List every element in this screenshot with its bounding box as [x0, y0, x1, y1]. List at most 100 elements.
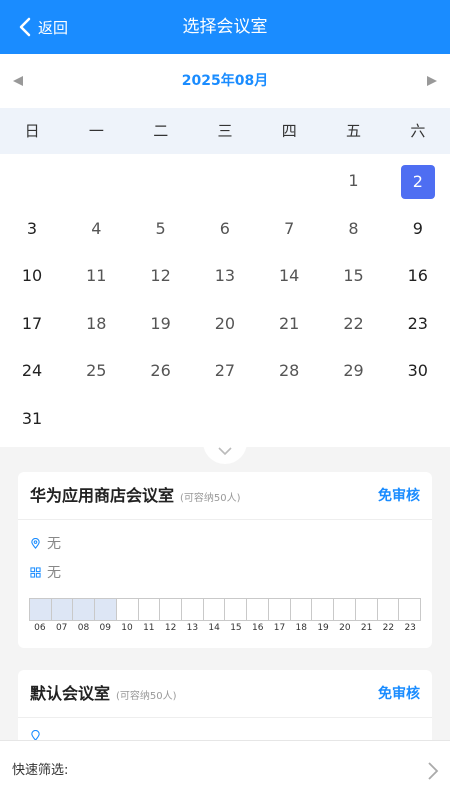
calendar-day[interactable]: 2 [386, 157, 450, 204]
room-name: 默认会议室 [30, 684, 111, 703]
time-slot[interactable] [290, 599, 313, 620]
calendar-day[interactable]: 1 [322, 157, 386, 204]
time-slot[interactable] [247, 599, 269, 620]
calendar-day[interactable]: 21 [257, 300, 321, 347]
time-slot-hour-label: 19 [317, 623, 329, 633]
time-slot[interactable] [30, 599, 52, 620]
room-name: 华为应用商店会议室 [30, 486, 175, 505]
time-slot[interactable] [399, 599, 420, 620]
calendar-day[interactable]: 11 [64, 252, 128, 299]
calendar-day-number: 8 [348, 218, 359, 238]
room-card[interactable]: 华为应用商店会议室 (可容纳50人) 免审核 无 无 06 07 08 09 10 11 12… [18, 472, 432, 648]
calendar-day[interactable]: 27 [193, 347, 257, 394]
time-slot[interactable] [138, 599, 161, 620]
weekday-tue: 二 [153, 122, 169, 140]
calendar-day-number: 19 [150, 313, 171, 333]
calendar-day[interactable]: 18 [64, 300, 128, 347]
calendar-day-number: 24 [21, 361, 43, 380]
chevron-down-icon [218, 447, 232, 456]
time-slot[interactable] [116, 599, 139, 620]
grid-apps-icon [30, 566, 41, 578]
calendar-day-number: 31 [21, 408, 43, 428]
room-location-text: 无 [47, 536, 61, 552]
calendar-day-number: 16 [407, 266, 428, 285]
calendar-day[interactable]: 14 [257, 252, 321, 299]
time-slot-hour-label: 06 [34, 623, 46, 633]
calendar-day[interactable]: 17 [0, 300, 64, 347]
calendar-day[interactable]: 4 [64, 205, 128, 252]
calendar-day[interactable]: 12 [129, 252, 193, 299]
calendar-day[interactable]: 6 [193, 205, 257, 252]
room-name-wrap: 华为应用商店会议室 (可容纳50人) [30, 472, 241, 523]
calendar-day[interactable]: 24 [0, 347, 64, 394]
time-slot[interactable] [268, 599, 291, 620]
calendar-day[interactable]: 7 [257, 205, 321, 252]
time-slot[interactable] [95, 599, 117, 620]
time-slot-hour-label: 15 [230, 623, 242, 633]
calendar-day-number: 11 [86, 266, 107, 285]
calendar-day[interactable]: 31 [0, 395, 64, 442]
time-slot-hour-label: 12 [164, 623, 177, 633]
time-slot-hour-label: 13 [186, 623, 199, 633]
calendar-day[interactable]: 29 [322, 347, 386, 394]
quick-filter-bar[interactable]: 快速筛选: [0, 740, 450, 800]
calendar-day[interactable]: 3 [0, 205, 64, 252]
time-slot[interactable] [377, 599, 400, 620]
calendar-day-number: 18 [86, 313, 107, 333]
calendar-day[interactable]: 22 [322, 300, 386, 347]
time-slot[interactable] [182, 599, 204, 620]
calendar-day[interactable]: 9 [386, 205, 450, 252]
weekday-fri: 五 [346, 122, 362, 140]
room-card[interactable]: 默认会议室 (可容纳50人) 免审核 [18, 670, 432, 750]
time-slot[interactable] [334, 599, 356, 620]
time-slot-hours: 06 07 08 09 10 11 12 13 14 15 16 17 18 19 20 21 22 23 [29, 623, 421, 633]
calendar-day[interactable]: 16 [386, 252, 450, 299]
calendar-day[interactable]: 23 [386, 300, 450, 347]
next-month-button[interactable] [414, 54, 450, 108]
time-slot-hour-label: 21 [360, 623, 373, 633]
calendar-day-number: 13 [214, 266, 236, 285]
time-slot[interactable] [355, 599, 378, 620]
calendar-day-number: 25 [86, 361, 107, 380]
calendar-day-number: 23 [407, 313, 428, 333]
calendar-day[interactable]: 26 [129, 347, 193, 394]
time-slot-hour-label: 07 [55, 623, 68, 633]
month-navigator: 2025年08月 [0, 54, 450, 108]
calendar-day[interactable]: 5 [129, 205, 193, 252]
calendar-day[interactable]: 30 [386, 347, 450, 394]
calendar-day[interactable]: 8 [322, 205, 386, 252]
time-slot-hour-label: 23 [404, 623, 416, 633]
app-header: 返回 选择会议室 [0, 0, 450, 54]
time-slot[interactable] [160, 599, 183, 620]
time-slot[interactable] [51, 599, 74, 620]
time-slot-hour-label: 09 [99, 623, 111, 633]
chevron-left-icon [19, 17, 31, 37]
collapse-calendar-button[interactable] [203, 438, 247, 464]
room-card-header: 默认会议室 (可容纳50人) 免审核 [18, 670, 432, 718]
time-slot[interactable] [203, 599, 226, 620]
calendar-day-number: 27 [214, 361, 236, 380]
time-slot-hour-label: 17 [273, 623, 286, 633]
calendar-day[interactable]: 28 [257, 347, 321, 394]
prev-month-button[interactable] [0, 54, 36, 108]
calendar-day-number: 22 [343, 313, 364, 333]
time-slot[interactable] [312, 599, 335, 620]
calendar-day-number: 7 [284, 218, 295, 238]
time-slot[interactable] [73, 599, 96, 620]
calendar-day[interactable]: 13 [193, 252, 257, 299]
weekday-thu: 四 [281, 122, 297, 140]
calendar-day[interactable]: 20 [193, 300, 257, 347]
time-slot[interactable] [225, 599, 248, 620]
calendar-day[interactable]: 25 [64, 347, 128, 394]
calendar-day-number: 3 [26, 218, 38, 238]
calendar-day-number: 2 [400, 164, 435, 199]
no-review-badge: 免审核 [378, 686, 420, 702]
chevron-right-icon[interactable] [426, 760, 440, 782]
back-button[interactable]: 返回 [18, 0, 68, 54]
time-slot-hour-label: 08 [77, 623, 90, 633]
calendar-day[interactable]: 19 [129, 300, 193, 347]
weekday-sun: 日 [24, 122, 40, 140]
calendar-day[interactable]: 15 [322, 252, 386, 299]
weekday-mon: 一 [88, 122, 104, 140]
calendar-day[interactable]: 10 [0, 252, 64, 299]
